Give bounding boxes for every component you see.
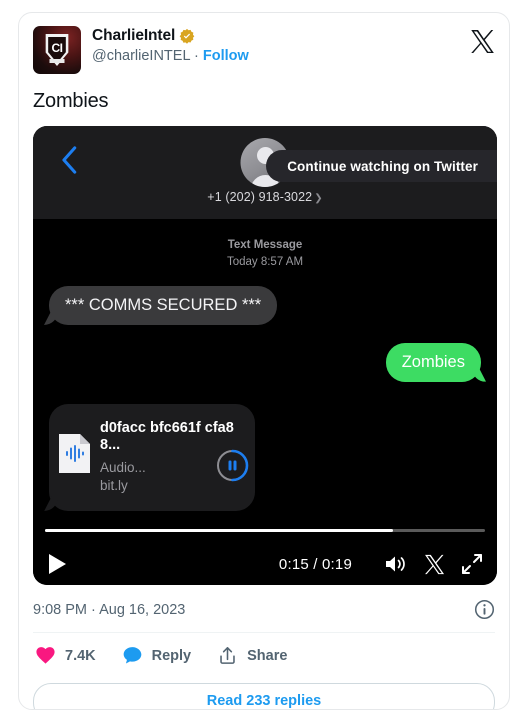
tweet-card: CI CharlieIntel @charlieINTEL · Follow Z… — [18, 12, 510, 710]
continue-watching-pill[interactable]: Continue watching on Twitter — [266, 150, 497, 182]
video-controls-row: 0:15 / 0:19 — [33, 544, 497, 584]
tweet-timestamp: 9:08 PM · Aug 16, 2023 — [33, 601, 186, 618]
video-player[interactable]: +1 (202) 918-3022 ❯ Continue watching on … — [33, 126, 497, 585]
info-circle-icon[interactable] — [474, 599, 495, 620]
message-row-outgoing: Zombies — [33, 342, 497, 382]
message-row-incoming: *** COMMS SECURED *** — [33, 286, 497, 325]
share-icon[interactable] — [217, 645, 238, 666]
video-progress-bar[interactable] — [45, 529, 485, 532]
avatar-banner-shape — [49, 58, 65, 63]
follow-button[interactable]: Follow — [203, 48, 249, 64]
like-count: 7.4K — [65, 647, 96, 664]
x-logo-icon[interactable] — [470, 29, 495, 54]
handle-separator: · — [194, 47, 199, 64]
audio-document-icon — [59, 433, 90, 473]
tweet-text: Zombies — [33, 90, 109, 112]
contact-phone-number: +1 (202) 918-3022 ❯ — [207, 190, 322, 204]
share-action[interactable]: Share — [217, 645, 287, 666]
thread-time: Today 8:57 AM — [226, 255, 304, 268]
imessage-header: +1 (202) 918-3022 ❯ Continue watching on … — [33, 126, 497, 219]
author-display-name[interactable]: CharlieIntel — [92, 27, 175, 45]
avatar[interactable]: CI — [33, 26, 81, 74]
thread-meta: Text Message Today 8:57 AM — [33, 237, 497, 270]
video-progress-fill — [45, 529, 393, 532]
author-handle-row: @charlieINTEL · Follow — [92, 48, 249, 65]
play-icon[interactable] — [49, 554, 66, 574]
volume-icon[interactable] — [384, 553, 408, 575]
fullscreen-expand-icon[interactable] — [461, 553, 483, 575]
audio-attachment-bubble[interactable]: d0facc bfc661f cfa88... Audio... bit.ly — [49, 403, 255, 512]
phone-number-text: +1 (202) 918-3022 — [207, 190, 313, 204]
reply-action[interactable]: Reply — [122, 645, 192, 666]
x-logo-icon[interactable] — [424, 554, 445, 575]
heart-icon[interactable] — [35, 645, 56, 666]
like-action[interactable]: 7.4K — [35, 645, 96, 666]
read-replies-button[interactable]: Read 233 replies — [33, 683, 495, 709]
imessage-thread: Text Message Today 8:57 AM *** COMMS SEC… — [33, 219, 497, 522]
thread-type: Text Message — [227, 239, 303, 251]
engagement-actions: 7.4K Reply Share — [19, 633, 509, 666]
reply-bubble-icon[interactable] — [122, 645, 143, 666]
message-bubble: Zombies — [385, 342, 481, 382]
video-timecode: 0:15 / 0:19 — [278, 555, 352, 573]
verified-badge-icon — [179, 28, 195, 44]
pause-icon[interactable] — [216, 449, 249, 482]
timestamp-row: 9:08 PM · Aug 16, 2023 — [19, 585, 509, 620]
message-bubble: *** COMMS SECURED *** — [49, 286, 278, 325]
tweet-header: CI CharlieIntel @charlieINTEL · Follow — [19, 13, 509, 74]
author-handle[interactable]: @charlieINTEL — [92, 48, 190, 64]
author-block: CharlieIntel @charlieINTEL · Follow — [92, 26, 249, 65]
reply-label: Reply — [151, 647, 192, 664]
avatar-initials: CI — [51, 40, 64, 55]
chevron-left-icon[interactable] — [61, 146, 77, 174]
video-controls: 0:15 / 0:19 — [33, 522, 497, 585]
share-label: Share — [247, 647, 288, 664]
author-name-row: CharlieIntel — [92, 27, 249, 45]
chevron-right-icon: ❯ — [314, 193, 323, 204]
